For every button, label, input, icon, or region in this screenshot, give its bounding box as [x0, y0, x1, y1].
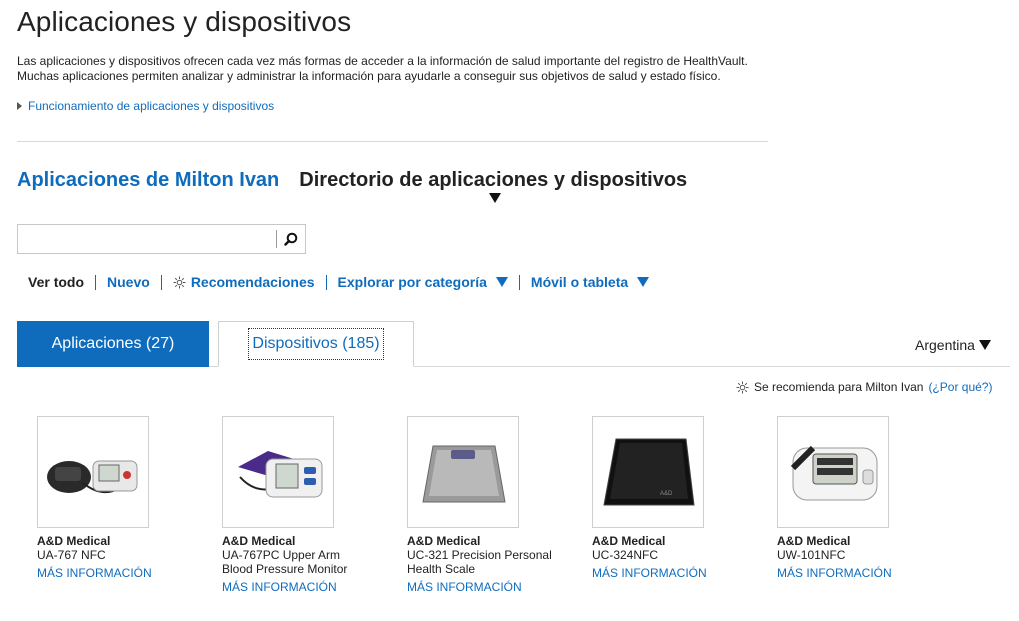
filter-divider	[325, 274, 327, 290]
device-maker: A&D Medical	[222, 534, 296, 548]
tab-apps-label: Aplicaciones (27)	[51, 335, 175, 352]
tab-directory[interactable]: Directorio de aplicaciones y dispositivo…	[299, 169, 688, 203]
svg-text:A&D: A&D	[660, 491, 673, 497]
intro-line-1: Las aplicaciones y dispositivos ofrecen …	[17, 54, 748, 68]
search-input[interactable]	[18, 225, 276, 253]
activity-monitor-image	[790, 445, 878, 501]
silver-scale-image	[422, 445, 506, 503]
expand-triangle-icon	[17, 102, 22, 110]
device-thumbnail[interactable]	[37, 416, 149, 528]
tab-apps[interactable]: Aplicaciones (27)	[17, 321, 209, 367]
tab-my-apps[interactable]: Aplicaciones de Milton Ivan	[17, 169, 279, 192]
country-label: Argentina	[915, 337, 975, 353]
filter-divider	[160, 274, 162, 290]
filter-browse-category[interactable]: Explorar por categoría	[338, 274, 508, 290]
recommend-sun-icon	[736, 381, 749, 393]
more-info-link[interactable]: MÁS INFORMACIÓN	[777, 566, 892, 580]
filter-divider	[518, 274, 520, 290]
device-maker: A&D Medical	[37, 534, 111, 548]
recommendation-note: Se recomienda para Milton Ivan (¿Por qué…	[736, 380, 992, 394]
filter-new[interactable]: Nuevo	[107, 274, 150, 290]
section-tabs: Aplicaciones de Milton Ivan Directorio d…	[17, 169, 688, 203]
device-model: UA-767PC Upper Arm Blood Pressure Monito…	[222, 548, 348, 576]
device-thumbnail[interactable]	[777, 416, 889, 528]
device-thumbnail[interactable]: A&D	[592, 416, 704, 528]
active-tab-arrow-icon	[489, 193, 502, 203]
black-scale-image: A&D	[603, 438, 695, 506]
device-maker: A&D Medical	[777, 534, 851, 548]
blood-pressure-monitors-image	[47, 460, 138, 494]
country-selector[interactable]: Argentina	[915, 337, 991, 353]
more-info-link[interactable]: MÁS INFORMACIÓN	[592, 566, 707, 580]
recommend-sun-icon	[173, 276, 186, 289]
device-thumbnail[interactable]	[222, 416, 334, 528]
more-info-link[interactable]: MÁS INFORMACIÓN	[222, 580, 337, 594]
search-box	[17, 224, 306, 254]
filter-recommended-label: Recomendaciones	[190, 274, 315, 290]
upper-arm-monitor-image	[238, 451, 323, 498]
filter-browse-label: Explorar por categoría	[337, 274, 487, 290]
tab-devices-label: Dispositivos (185)	[248, 328, 384, 360]
device-model: UC-324NFC	[592, 548, 659, 562]
filter-all[interactable]: Ver todo	[28, 274, 84, 290]
chevron-down-icon	[978, 340, 991, 350]
howto-link-label: Funcionamiento de aplicaciones y disposi…	[28, 99, 275, 113]
device-grid: A&D Medical UA-767 NFC MÁS INFORMACIÓN A…	[37, 416, 962, 596]
device-card: A&D A&D Medical UC-324NFC MÁS INFORMACIÓ…	[592, 416, 777, 596]
device-model: UC-321 Precision Personal Health Scale	[407, 548, 552, 576]
device-card: A&D Medical UW-101NFC MÁS INFORMACIÓN	[777, 416, 962, 596]
tab-devices[interactable]: Dispositivos (185)	[218, 321, 414, 367]
filter-mobile[interactable]: Móvil o tableta	[530, 274, 650, 290]
tab-directory-label: Directorio de aplicaciones y dispositivo…	[299, 169, 688, 191]
device-card: A&D Medical UA-767 NFC MÁS INFORMACIÓN	[37, 416, 222, 596]
device-model: UW-101NFC	[777, 548, 846, 562]
why-link[interactable]: (¿Por qué?)	[928, 380, 992, 394]
filter-bar: Ver todo Nuevo Recomendaciones Explorar …	[28, 274, 650, 290]
intro-line-2: Muchas aplicaciones permiten analizar y …	[17, 68, 721, 83]
device-maker: A&D Medical	[592, 534, 666, 548]
device-model: UA-767 NFC	[37, 548, 106, 562]
filter-divider	[95, 274, 97, 290]
search-icon	[284, 232, 298, 246]
intro-text: Las aplicaciones y dispositivos ofrecen …	[17, 54, 777, 83]
device-thumbnail[interactable]	[407, 416, 519, 528]
device-card: A&D Medical UA-767PC Upper Arm Blood Pre…	[222, 416, 407, 596]
more-info-link[interactable]: MÁS INFORMACIÓN	[407, 580, 522, 594]
dropdown-triangle-icon	[495, 277, 508, 287]
device-maker: A&D Medical	[407, 534, 481, 548]
page-title: Aplicaciones y dispositivos	[17, 6, 352, 37]
search-button[interactable]	[277, 225, 305, 253]
filter-recommended[interactable]: Recomendaciones	[173, 274, 315, 290]
more-info-link[interactable]: MÁS INFORMACIÓN	[37, 566, 152, 580]
filter-mobile-label: Móvil o tableta	[530, 274, 629, 290]
recommendation-text: Se recomienda para Milton Ivan	[754, 380, 924, 394]
device-card: A&D Medical UC-321 Precision Personal He…	[407, 416, 592, 596]
howto-link[interactable]: Funcionamiento de aplicaciones y disposi…	[17, 99, 274, 113]
divider	[17, 141, 768, 142]
dropdown-triangle-icon	[637, 277, 650, 287]
